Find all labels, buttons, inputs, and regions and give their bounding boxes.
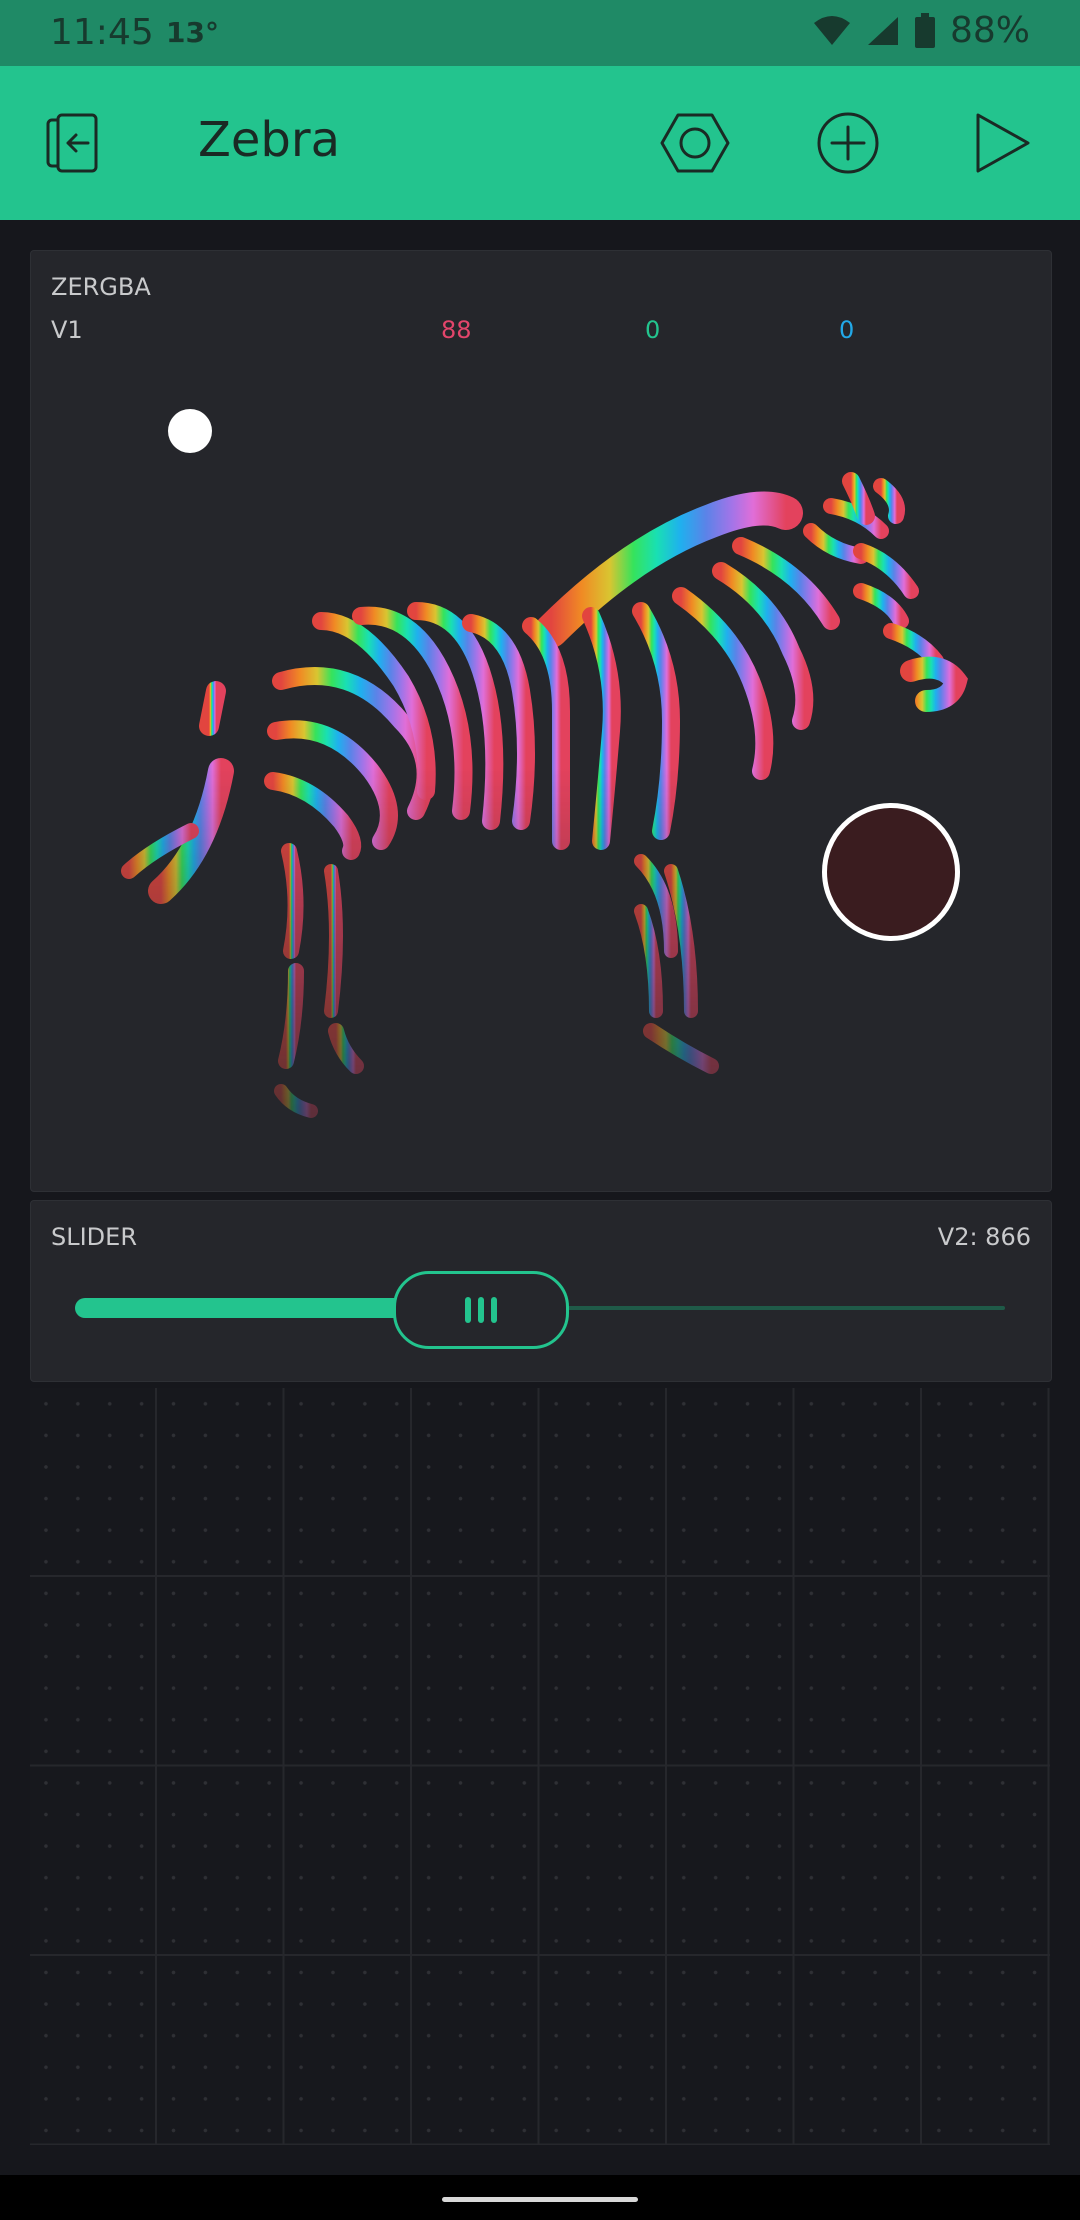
settings-button[interactable] [660, 108, 730, 178]
hexagon-settings-icon [660, 113, 730, 173]
battery-percentage: 88% [949, 10, 1030, 51]
blue-value: 0 [839, 316, 855, 344]
slider-value-label: V2: 866 [937, 1223, 1031, 1251]
home-indicator[interactable] [442, 2197, 638, 2202]
battery-icon [914, 12, 935, 48]
slider-thumb[interactable] [393, 1271, 569, 1349]
wifi-icon [813, 15, 850, 45]
color-picker-cursor[interactable] [168, 409, 212, 453]
widget-pin: V1 [51, 316, 83, 344]
zergba-widget[interactable]: ZERGBA V1 88 0 0 [30, 250, 1052, 1192]
slider-widget[interactable]: SLIDER V2: 866 [30, 1200, 1052, 1382]
navigation-bar [0, 2175, 1080, 2220]
status-temperature: 13° [166, 16, 219, 49]
app-title: Zebra [198, 112, 341, 168]
widget-title: ZERGBA [51, 273, 151, 301]
status-icons: 88% [812, 10, 1030, 51]
status-time: 11:45 [50, 12, 154, 53]
green-value: 0 [645, 316, 661, 344]
grip-icon [465, 1297, 471, 1323]
play-button[interactable] [967, 108, 1037, 178]
grip-icon [478, 1297, 484, 1323]
signal-icon [867, 16, 898, 45]
status-bar: 11:45 13° 88% [0, 0, 1080, 66]
slider-fill [75, 1298, 445, 1318]
grip-icon [491, 1297, 497, 1323]
red-value: 88 [441, 316, 472, 344]
exit-icon [46, 113, 98, 173]
app-header: Zebra [0, 66, 1080, 220]
empty-widget-grid[interactable] [30, 1388, 1050, 2145]
selected-color-preview [822, 803, 960, 941]
plus-circle-icon [817, 112, 879, 174]
play-icon [976, 113, 1030, 173]
widget-title: SLIDER [51, 1223, 138, 1251]
add-widget-button[interactable] [813, 108, 883, 178]
zebra-color-picker-image[interactable] [31, 251, 1051, 1191]
back-button[interactable] [42, 108, 112, 178]
